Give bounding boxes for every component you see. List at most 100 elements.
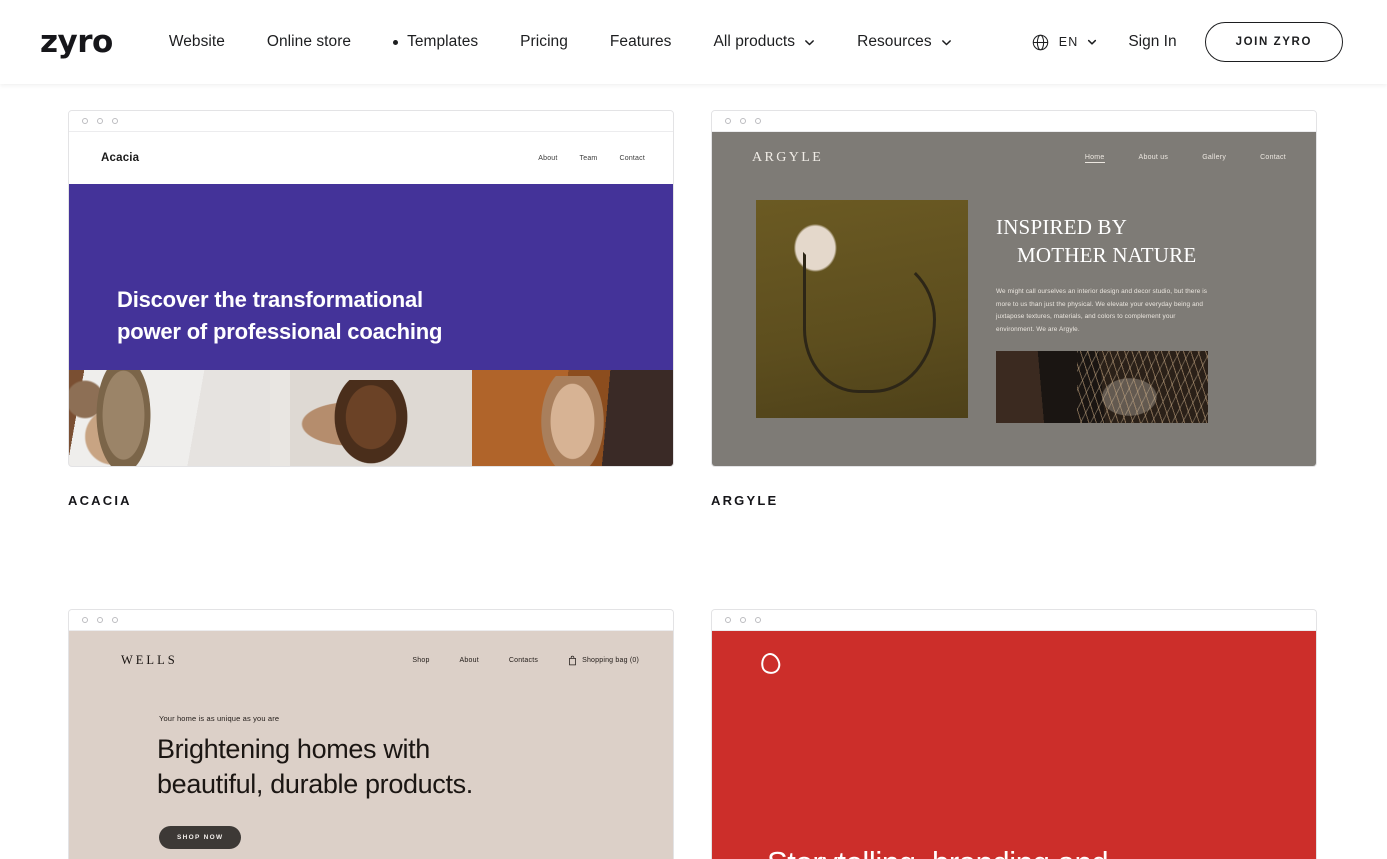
acacia-hero: Discover the transformational power of p… [69, 184, 673, 370]
wells-hero: WELLS Shop About Contacts Shopping bag (… [69, 631, 673, 859]
nav-item-pricing[interactable]: Pricing [499, 33, 589, 51]
photo-segment [69, 370, 271, 466]
language-selector[interactable]: EN [1031, 33, 1099, 52]
nav-item-resources[interactable]: Resources [836, 33, 973, 51]
header-actions: EN Sign In JOIN ZYRO [1031, 22, 1343, 62]
template-preview-frame[interactable]: Storytelling, branding and [711, 609, 1317, 859]
nav-item-website[interactable]: Website [169, 33, 246, 51]
storytelling-hero: Storytelling, branding and [712, 631, 1316, 859]
globe-icon [1031, 33, 1050, 52]
browser-chrome-bar [69, 111, 673, 132]
nav-label: Features [609, 33, 672, 50]
browser-chrome-bar [69, 610, 673, 631]
templates-grid: Acacia About Team Contact Discover the t… [68, 110, 1319, 859]
storytelling-logo-icon [758, 651, 783, 676]
browser-chrome-bar [712, 111, 1316, 132]
chevron-down-icon [804, 37, 815, 48]
acacia-heading-line2: power of professional coaching [117, 319, 443, 345]
template-card-argyle[interactable]: ARGYLE Home About us Gallery Contact INS… [711, 110, 1317, 508]
photo-segment [471, 370, 673, 466]
argyle-nav-links: Home About us Gallery Contact [1084, 153, 1286, 163]
argyle-nav-link-contact: Contact [1260, 153, 1286, 161]
chevron-down-icon [941, 37, 952, 48]
wells-nav-link-contacts: Contacts [508, 657, 539, 664]
templates-gallery: Acacia About Team Contact Discover the t… [0, 84, 1387, 859]
browser-chrome-bar [712, 610, 1316, 631]
window-dot-icon [97, 118, 103, 124]
acacia-nav-links: About Team Contact [538, 155, 645, 162]
wells-nav-links: Shop About Contacts Shopping bag (0) [412, 655, 639, 666]
template-card-storytelling[interactable]: Storytelling, branding and [711, 609, 1317, 859]
nav-label: All products [713, 33, 796, 50]
preview-body: Acacia About Team Contact Discover the t… [69, 132, 673, 466]
grid-row-gap [68, 508, 674, 609]
template-preview-frame[interactable]: ARGYLE Home About us Gallery Contact INS… [711, 110, 1317, 467]
zyro-logo[interactable]: zyro [40, 26, 113, 58]
photo-segment [270, 370, 472, 466]
window-dot-icon [112, 617, 118, 623]
wells-heading-line2: beautiful, durable products. [157, 768, 473, 799]
window-dot-icon [82, 617, 88, 623]
acacia-nav-link-about: About [538, 154, 558, 162]
sign-in-link[interactable]: Sign In [1128, 33, 1176, 51]
wells-brand: WELLS [121, 653, 178, 667]
site-header: zyro Website Online store Templates Pric… [0, 0, 1387, 84]
wells-nav-link-about: About [459, 657, 479, 664]
template-preview-frame[interactable]: WELLS Shop About Contacts Shopping bag (… [68, 609, 674, 859]
nav-label: Templates [407, 33, 479, 50]
argyle-content-columns: INSPIRED BY MOTHER NATURE We might call … [712, 166, 1316, 423]
wells-subheading: Your home is as unique as you are [159, 714, 280, 723]
argyle-nav-link-gallery: Gallery [1202, 153, 1227, 161]
language-label: EN [1058, 35, 1079, 49]
argyle-paragraph: We might call ourselves an interior desi… [996, 287, 1208, 333]
nav-label: Online store [266, 33, 352, 50]
nav-item-templates[interactable]: Templates [372, 33, 499, 51]
preview-body: WELLS Shop About Contacts Shopping bag (… [69, 631, 673, 859]
window-dot-icon [740, 118, 746, 124]
template-card-acacia[interactable]: Acacia About Team Contact Discover the t… [68, 110, 674, 508]
window-dot-icon [740, 617, 746, 623]
window-dot-icon [725, 617, 731, 623]
wells-nav-link-shop: Shop [412, 657, 430, 664]
nav-item-all-products[interactable]: All products [692, 33, 836, 51]
grid-row-gap [711, 508, 1317, 609]
argyle-site-nav: ARGYLE Home About us Gallery Contact [712, 132, 1316, 166]
shopping-bag-icon [568, 655, 577, 666]
window-dot-icon [755, 617, 761, 623]
argyle-text-column: INSPIRED BY MOTHER NATURE We might call … [996, 200, 1282, 423]
wells-site-nav: WELLS Shop About Contacts Shopping bag (… [69, 631, 673, 668]
main-navigation: Website Online store Templates Pricing F… [169, 33, 973, 51]
active-bullet-icon [393, 39, 399, 45]
join-zyro-button[interactable]: JOIN ZYRO [1204, 22, 1343, 62]
acacia-site-nav: Acacia About Team Contact [69, 132, 673, 184]
window-dot-icon [112, 118, 118, 124]
acacia-brand: Acacia [101, 152, 140, 164]
argyle-heading-line1: INSPIRED BY [996, 215, 1128, 239]
preview-body: ARGYLE Home About us Gallery Contact INS… [712, 132, 1316, 466]
nav-item-online-store[interactable]: Online store [246, 33, 372, 51]
wells-heading-line1: Brightening homes with [157, 734, 430, 764]
argyle-heading-line2: MOTHER NATURE [1017, 242, 1197, 267]
template-name-argyle: ARGYLE [711, 493, 779, 508]
argyle-brand: ARGYLE [752, 150, 824, 165]
preview-body: Storytelling, branding and [712, 631, 1316, 859]
chevron-down-icon [1087, 37, 1098, 48]
argyle-nav-link-home: Home [1084, 153, 1105, 163]
argyle-dried-flowers-photo [996, 350, 1208, 423]
acacia-nav-link-contact: Contact [619, 154, 645, 162]
template-name-acacia: ACACIA [68, 493, 132, 508]
nav-label: Pricing [520, 33, 568, 50]
storytelling-heading: Storytelling, branding and [767, 844, 1109, 859]
argyle-hero: ARGYLE Home About us Gallery Contact INS… [712, 132, 1316, 466]
acacia-nav-link-team: Team [579, 154, 598, 162]
wells-shop-now-button: SHOP NOW [159, 826, 242, 850]
nav-item-features[interactable]: Features [589, 33, 693, 51]
argyle-heading: INSPIRED BY MOTHER NATURE [996, 214, 1282, 270]
template-card-wells[interactable]: WELLS Shop About Contacts Shopping bag (… [68, 609, 674, 859]
window-dot-icon [755, 118, 761, 124]
acacia-heading-line1: Discover the transformational [117, 287, 423, 313]
template-preview-frame[interactable]: Acacia About Team Contact Discover the t… [68, 110, 674, 467]
argyle-lamp-photo [756, 200, 968, 418]
nav-label: Website [168, 33, 225, 50]
argyle-nav-link-about-us: About us [1138, 153, 1169, 161]
